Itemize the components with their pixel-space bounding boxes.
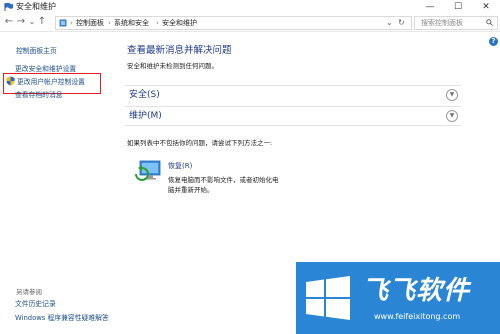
- maintenance-section-header[interactable]: 维护(M) ▼: [125, 106, 461, 126]
- flag-icon: [4, 2, 13, 11]
- maximize-button[interactable]: ☐: [444, 0, 472, 14]
- search-placeholder: 搜索控制面板: [421, 19, 463, 27]
- help-button[interactable]: ?: [489, 37, 498, 46]
- breadcrumb-control-panel[interactable]: 控制面板: [76, 18, 104, 28]
- chevron-down-icon[interactable]: ▼: [446, 110, 458, 122]
- uac-shield-icon: [6, 76, 15, 86]
- minimize-button[interactable]: —: [416, 0, 444, 14]
- security-section-label: 安全(S): [129, 90, 160, 100]
- control-panel-icon: [59, 19, 67, 27]
- recovery-icon[interactable]: [134, 160, 161, 182]
- file-history-link[interactable]: 文件历史记录: [15, 300, 56, 309]
- search-icon[interactable]: [486, 19, 493, 26]
- watermark-url: www.feifeixitong.com: [374, 312, 461, 321]
- address-dropdown-button[interactable]: ⌄: [386, 18, 393, 28]
- recovery-description: 恢复电脑而不影响文件，或者初始化电脑并重新开始。: [168, 176, 279, 194]
- breadcrumb-system-security[interactable]: 系统和安全: [114, 18, 149, 28]
- chevron-down-icon[interactable]: ▼: [446, 89, 458, 101]
- recent-locations-button[interactable]: ⌄: [27, 15, 37, 29]
- window-title: 安全和维护: [16, 2, 56, 11]
- watermark-banner: 飞飞软件 www.feifeixitong.com: [296, 262, 500, 334]
- change-uac-settings-link[interactable]: 更改用户帐户控制设置: [17, 78, 85, 87]
- refresh-button[interactable]: ↻: [398, 18, 405, 28]
- view-archived-messages-link[interactable]: 查看存档的消息: [15, 91, 63, 100]
- page-title: 查看最新消息并解决问题: [127, 45, 232, 56]
- help-hint-text: 如果列表中不包括你的问题，请尝试下列方法之一:: [127, 139, 273, 147]
- up-button[interactable]: ↑: [37, 15, 47, 29]
- status-message: 安全和维护未检测到任何问题。: [127, 62, 218, 70]
- forward-button[interactable]: →: [16, 15, 26, 29]
- breadcrumb-security-maintenance[interactable]: 安全和维护: [162, 18, 197, 28]
- control-panel-home-link[interactable]: 控制面板主页: [16, 45, 57, 55]
- see-also-heading: 另请参阅: [16, 288, 42, 296]
- close-button[interactable]: ✕: [472, 0, 500, 14]
- address-bar[interactable]: › 控制面板 › 系统和安全 › 安全和维护 ⌄ ↻: [55, 16, 412, 30]
- windows-logo-icon: [306, 276, 350, 320]
- watermark-text: 飞飞软件: [362, 276, 471, 306]
- back-button[interactable]: ←: [4, 15, 14, 29]
- program-compatibility-link[interactable]: Windows 程序兼容性疑难解答: [15, 314, 109, 323]
- search-input[interactable]: 搜索控制面板: [414, 16, 498, 30]
- security-section-header[interactable]: 安全(S) ▼: [125, 85, 461, 104]
- maintenance-section-label: 维护(M): [129, 111, 162, 121]
- recovery-link[interactable]: 恢复(R): [168, 162, 192, 171]
- toolbar-divider: [0, 31, 500, 32]
